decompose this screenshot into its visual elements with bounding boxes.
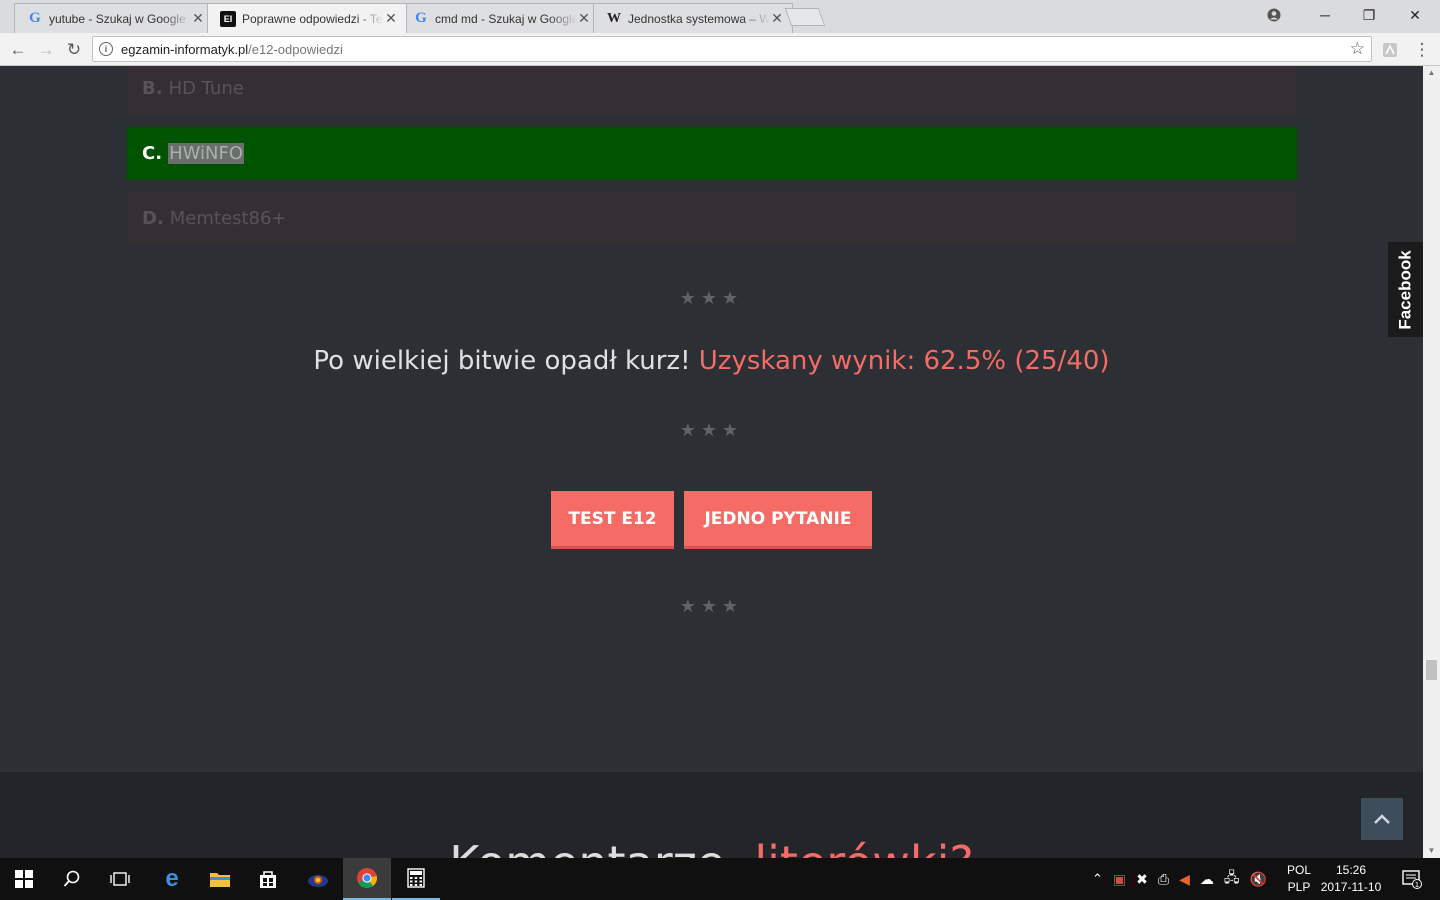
show-hidden-icons-icon[interactable]: ⌃ bbox=[1092, 871, 1103, 887]
comments-heading-accent: literówki? bbox=[754, 836, 973, 858]
single-question-button[interactable]: JEDNO PYTANIE bbox=[684, 491, 872, 549]
result-message: Po wielkiej bitwie opadł kurz! Uzyskany … bbox=[0, 346, 1423, 376]
google-icon: G bbox=[29, 10, 41, 26]
printer-icon[interactable]: ⎙ bbox=[1158, 871, 1169, 888]
bookmark-star-icon[interactable]: ☆ bbox=[1350, 39, 1365, 59]
facebook-sidebar-tab[interactable]: Facebook bbox=[1388, 242, 1423, 337]
task-view-icon[interactable] bbox=[96, 858, 144, 900]
facebook-label: Facebook bbox=[1395, 249, 1415, 330]
tray-app-icon[interactable]: ◀ bbox=[1179, 871, 1190, 888]
address-bar[interactable]: i egzamin-informatyk.pl/e12-odpowiedzi ☆ bbox=[92, 36, 1372, 62]
notification-center-icon[interactable]: 1 bbox=[1392, 858, 1432, 900]
close-icon[interactable]: ✕ bbox=[384, 10, 398, 27]
language-code: POL bbox=[1286, 863, 1311, 877]
tab-title: Jednostka systemowa – Wikipedia bbox=[628, 11, 770, 26]
answer-text: Memtest86+ bbox=[169, 208, 287, 229]
browser-tab[interactable]: W Jednostka systemowa – Wikipedia ✕ bbox=[593, 3, 793, 33]
google-icon: G bbox=[415, 10, 427, 26]
egzamin-informatyk-icon: EI bbox=[220, 10, 236, 27]
clock-time: 15:26 bbox=[1335, 863, 1367, 877]
browser-tab[interactable]: G cmd md - Szukaj w Google ✕ bbox=[400, 3, 600, 33]
system-tray: ⌃ ▣ ✖ ⎙ ◀ ☁ 🖧 🔇 bbox=[1092, 858, 1267, 900]
close-icon[interactable]: ✕ bbox=[577, 10, 591, 27]
answer-text: HD Tune bbox=[168, 78, 244, 99]
search-icon[interactable] bbox=[48, 858, 96, 900]
volume-muted-icon[interactable]: 🔇 bbox=[1249, 871, 1266, 888]
onedrive-icon[interactable]: ☁ bbox=[1200, 871, 1214, 888]
browser-tab-active[interactable]: EI Poprawne odpowiedzi - Test E12 ✕ bbox=[207, 3, 407, 33]
chrome-icon[interactable] bbox=[343, 858, 391, 900]
test-e12-button[interactable]: TEST E12 bbox=[551, 491, 674, 549]
restore-icon[interactable]: ❐ bbox=[1346, 0, 1392, 30]
comments-section: Komentarze, literówki? bbox=[0, 772, 1423, 858]
url-host: egzamin-informatyk.pl bbox=[121, 41, 249, 57]
calculator-icon[interactable] bbox=[392, 858, 440, 900]
result-score: Uzyskany wynik: 62.5% (25/40) bbox=[698, 346, 1110, 376]
result-text: Po wielkiej bitwie opadł kurz! bbox=[313, 346, 691, 376]
edge-browser-icon[interactable]: e bbox=[148, 858, 196, 900]
menu-icon[interactable]: ⋮ bbox=[1410, 38, 1434, 62]
answer-text-selected: HWiNFO bbox=[168, 143, 244, 164]
chevron-up-icon bbox=[1374, 814, 1390, 824]
close-window-icon[interactable]: ✕ bbox=[1392, 0, 1438, 30]
browser-tab-bar: G yutube - Szukaj w Google ✕ EI Poprawne… bbox=[0, 0, 1440, 33]
answer-letter: C. bbox=[142, 143, 163, 164]
tray-app-icon[interactable]: ▣ bbox=[1113, 871, 1126, 888]
scroll-to-top-button[interactable] bbox=[1361, 798, 1403, 840]
windows-taskbar: e ⌃ ▣ ✖ ⎙ ◀ ☁ 🖧 🔇 POL PLP 15:26 2017-11-… bbox=[0, 858, 1440, 900]
info-icon[interactable]: i bbox=[99, 42, 113, 56]
scroll-up-arrow-icon[interactable]: ▲ bbox=[1423, 66, 1440, 80]
clock-date: 2017-11-10 bbox=[1320, 880, 1382, 894]
extension-icon[interactable] bbox=[1378, 38, 1402, 62]
star-divider-icon: ★★★ bbox=[679, 596, 744, 616]
language-indicator[interactable]: POL PLP bbox=[1282, 862, 1316, 896]
back-icon[interactable]: ← bbox=[6, 38, 30, 62]
comments-heading-text: Komentarze, bbox=[449, 836, 740, 858]
tab-title: Poprawne odpowiedzi - Test E12 bbox=[242, 11, 384, 26]
answer-option-c-correct: C. HWiNFO bbox=[127, 127, 1297, 180]
close-icon[interactable]: ✕ bbox=[191, 10, 205, 27]
reload-icon[interactable]: ↻ bbox=[62, 38, 86, 62]
tab-title: yutube - Szukaj w Google bbox=[49, 11, 186, 26]
browser-toolbar: ← → ↻ i egzamin-informatyk.pl/e12-odpowi… bbox=[0, 33, 1440, 66]
url-path: /e12-odpowiedzi bbox=[248, 41, 343, 57]
file-explorer-icon[interactable] bbox=[196, 858, 244, 900]
forward-icon[interactable]: → bbox=[34, 38, 58, 62]
new-tab-button[interactable] bbox=[784, 8, 826, 26]
keyboard-layout: PLP bbox=[1287, 880, 1311, 894]
answer-letter: D. bbox=[142, 208, 164, 229]
answer-option-d: D. Memtest86+ bbox=[127, 192, 1297, 245]
notification-count: 1 bbox=[1415, 881, 1419, 889]
wikipedia-icon: W bbox=[607, 10, 621, 26]
clock[interactable]: 15:26 2017-11-10 bbox=[1318, 862, 1384, 896]
tray-app-icon[interactable]: ✖ bbox=[1136, 871, 1148, 888]
minimize-icon[interactable]: ─ bbox=[1302, 0, 1348, 30]
profile-icon[interactable] bbox=[1251, 0, 1297, 30]
page-scrollbar[interactable]: ▲ ▼ bbox=[1423, 66, 1440, 858]
app-shortcut-icon[interactable] bbox=[294, 858, 342, 900]
comments-heading: Komentarze, literówki? bbox=[0, 836, 1423, 858]
page-content: B. HD Tune C. HWiNFO D. Memtest86+ ★★★ P… bbox=[0, 66, 1423, 858]
windows-start-icon[interactable] bbox=[0, 858, 48, 900]
answer-letter: B. bbox=[142, 78, 163, 99]
tab-title: cmd md - Szukaj w Google bbox=[435, 11, 577, 26]
close-icon[interactable]: ✕ bbox=[770, 10, 784, 27]
scroll-down-arrow-icon[interactable]: ▼ bbox=[1423, 844, 1440, 858]
network-icon[interactable]: 🖧 bbox=[1224, 867, 1240, 891]
browser-tab[interactable]: G yutube - Szukaj w Google ✕ bbox=[14, 3, 214, 33]
star-divider-icon: ★★★ bbox=[679, 288, 744, 308]
scrollbar-thumb[interactable] bbox=[1426, 660, 1437, 680]
store-icon[interactable] bbox=[244, 858, 292, 900]
star-divider-icon: ★★★ bbox=[679, 420, 744, 440]
answer-option-b: B. HD Tune bbox=[127, 66, 1297, 115]
